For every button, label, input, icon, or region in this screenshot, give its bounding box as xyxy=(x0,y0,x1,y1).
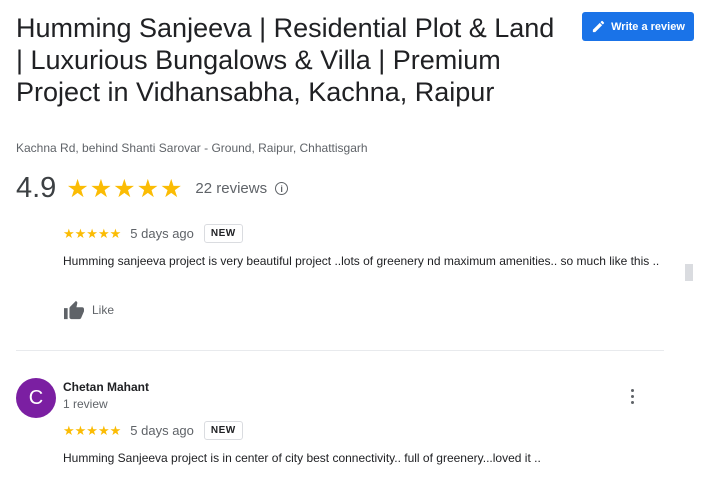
write-review-label: Write a review xyxy=(611,20,685,33)
info-icon[interactable]: i xyxy=(275,182,289,195)
review-text: Humming Sanjeeva project is in center of… xyxy=(63,451,541,465)
like-button[interactable]: Like xyxy=(63,300,114,320)
rating-stars: ★★★★★ xyxy=(66,174,184,203)
avatar[interactable]: C xyxy=(16,378,56,418)
new-badge: NEW xyxy=(203,224,243,243)
scrollbar-thumb[interactable] xyxy=(685,264,693,281)
page-title: Humming Sanjeeva | Residential Plot & La… xyxy=(16,13,555,107)
review-stars: ★★★★★ xyxy=(63,225,122,241)
more-options-icon[interactable] xyxy=(622,384,642,408)
review-divider xyxy=(16,350,664,351)
reviewer-name[interactable]: Chetan Mahant xyxy=(63,380,149,394)
review-time: 5 days ago xyxy=(130,423,194,438)
rating-summary: 4.9 ★★★★★ 22 reviews i xyxy=(16,172,289,205)
review-stars: ★★★★★ xyxy=(63,422,122,438)
reviewer-review-count: 1 review xyxy=(63,397,108,411)
write-review-button[interactable]: Write a review xyxy=(582,12,694,41)
reviews-count-link[interactable]: 22 reviews xyxy=(195,180,267,197)
review-rating-line: ★★★★★ 5 days ago NEW xyxy=(63,421,243,440)
address: Kachna Rd, behind Shanti Sarovar - Groun… xyxy=(16,141,368,155)
like-label: Like xyxy=(92,303,115,317)
review-text: Humming sanjeeva project is very beautif… xyxy=(63,254,660,268)
review-time: 5 days ago xyxy=(130,226,194,241)
thumbs-up-icon xyxy=(64,300,84,320)
rating-value: 4.9 xyxy=(16,172,57,204)
pencil-icon xyxy=(592,20,605,33)
new-badge: NEW xyxy=(203,421,243,440)
review-rating-line: ★★★★★ 5 days ago NEW xyxy=(63,224,243,243)
